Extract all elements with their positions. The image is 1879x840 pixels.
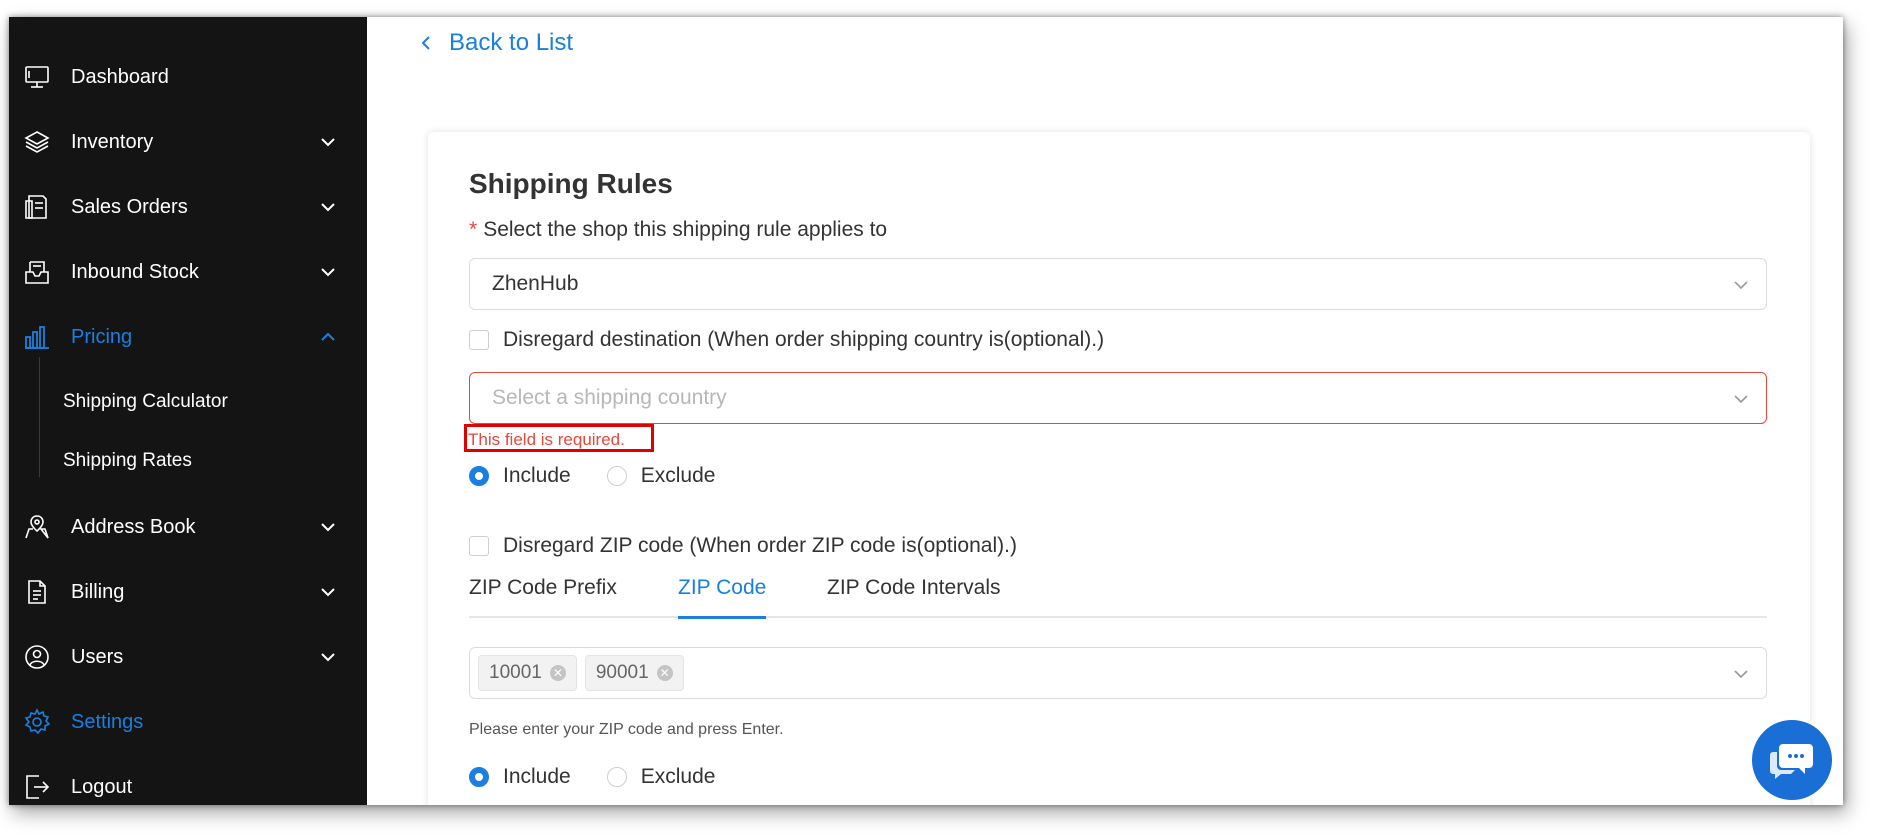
sidebar-item-label: Address Book: [71, 515, 196, 538]
gear-icon: [23, 708, 51, 736]
monitor-icon: [23, 63, 51, 91]
back-to-list-link[interactable]: Back to List: [417, 29, 573, 57]
layers-icon: [23, 128, 51, 156]
disregard-destination-label: Disregard destination (When order shippi…: [503, 328, 1105, 351]
chevron-down-icon: [1734, 395, 1748, 404]
app-window: Dashboard Inventory Sales Orders Inbound…: [9, 17, 1843, 805]
sidebar-item-sales-orders[interactable]: Sales Orders: [9, 182, 367, 232]
shipping-rules-card: Shipping Rules * Select the shop this shi…: [428, 132, 1810, 805]
chevron-down-icon: [321, 268, 335, 277]
include-label: Include: [503, 765, 571, 788]
sidebar-item-label: Logout: [71, 775, 133, 798]
exclude-radio[interactable]: [606, 466, 627, 486]
sidebar-item-inventory[interactable]: Inventory: [9, 117, 367, 167]
chevron-down-icon: [321, 653, 335, 662]
sidebar-item-label: Dashboard: [71, 65, 169, 88]
tab-zip-code-intervals[interactable]: ZIP Code Intervals: [827, 576, 1001, 616]
exclude-label: Exclude: [640, 464, 716, 487]
zip-tabs: ZIP Code Prefix ZIP Code ZIP Code Interv…: [469, 576, 1767, 619]
inbox-icon: [23, 258, 51, 286]
include-radio[interactable]: [469, 767, 489, 787]
shipping-country-placeholder: Select a shipping country: [492, 386, 727, 409]
chevron-down-icon: [321, 138, 335, 147]
exclude-label: Exclude: [640, 765, 716, 788]
exclude-radio[interactable]: [606, 767, 627, 787]
chevron-up-icon: [321, 332, 335, 341]
disregard-zip-label: Disregard ZIP code (When order ZIP code …: [503, 534, 1017, 557]
tab-zip-code[interactable]: ZIP Code: [678, 576, 767, 619]
sidebar-item-label: Inbound Stock: [71, 260, 199, 283]
sidebar-subitem-shipping-calculator[interactable]: Shipping Calculator: [63, 382, 228, 422]
shipping-country-select[interactable]: Select a shipping country: [469, 372, 1767, 424]
back-link-label: Back to List: [449, 29, 574, 56]
sidebar-item-logout[interactable]: Logout: [9, 762, 367, 805]
sidebar-item-users[interactable]: Users: [9, 632, 367, 682]
zip-tag-label: 90001: [595, 662, 649, 683]
submenu-guide-line: [39, 357, 40, 477]
sidebar-item-label: Users: [71, 645, 124, 668]
zip-code-tag-input[interactable]: 10001 ✕ 90001 ✕: [469, 647, 1767, 699]
include-label: Include: [503, 464, 571, 487]
sidebar-subitem-shipping-rates[interactable]: Shipping Rates: [63, 441, 192, 481]
destination-include-exclude: Include Exclude: [469, 464, 715, 488]
sidebar-item-inbound-stock[interactable]: Inbound Stock: [9, 247, 367, 297]
document-icon: [23, 578, 51, 606]
map-pin-icon: [23, 513, 51, 541]
error-highlight-box: [464, 424, 654, 452]
disregard-destination-checkbox[interactable]: [469, 330, 489, 350]
sidebar-item-settings[interactable]: Settings: [9, 697, 367, 747]
zip-include-exclude: Include Exclude: [469, 765, 715, 789]
sidebar-item-billing[interactable]: Billing: [9, 567, 367, 617]
shop-field-label: * Select the shop this shipping rule appl…: [469, 218, 887, 242]
chevron-down-icon: [321, 203, 335, 212]
chat-bubble-icon: [1770, 744, 1813, 779]
chevron-down-icon: [321, 523, 335, 532]
orders-icon: [23, 193, 51, 221]
disregard-zip-row: Disregard ZIP code (When order ZIP code …: [469, 534, 1017, 558]
include-radio[interactable]: [469, 466, 489, 486]
shop-label-text: Select the shop this shipping rule appli…: [483, 218, 888, 241]
sidebar-item-label: Inventory: [71, 130, 154, 153]
required-asterisk: *: [469, 218, 478, 241]
sidebar-item-pricing[interactable]: Pricing: [9, 312, 367, 362]
disregard-zip-checkbox[interactable]: [469, 536, 489, 556]
zip-tag: 10001 ✕: [478, 655, 577, 691]
sidebar: Dashboard Inventory Sales Orders Inbound…: [9, 17, 367, 805]
chat-button[interactable]: [1749, 717, 1835, 803]
zip-tag-label: 10001: [489, 662, 542, 683]
logout-icon: [23, 773, 51, 801]
sidebar-item-label: Billing: [71, 580, 125, 603]
sidebar-item-dashboard[interactable]: Dashboard: [9, 52, 367, 102]
remove-tag-icon[interactable]: ✕: [656, 665, 673, 681]
globe-user-icon: [23, 643, 51, 671]
sidebar-item-label: Settings: [71, 710, 144, 733]
disregard-destination-row: Disregard destination (When order shippi…: [469, 328, 1104, 352]
shop-select[interactable]: ZhenHub: [469, 258, 1767, 310]
remove-tag-icon[interactable]: ✕: [549, 665, 566, 681]
main-content: Back to List Shipping Rules * Select the …: [367, 17, 1843, 805]
chevron-down-icon: [321, 588, 335, 597]
chevron-left-icon: [421, 36, 430, 50]
tab-zip-code-prefix[interactable]: ZIP Code Prefix: [469, 576, 617, 616]
chevron-down-icon: [1734, 281, 1748, 290]
zip-tag: 90001 ✕: [584, 655, 684, 691]
page-title: Shipping Rules: [469, 168, 673, 199]
sidebar-item-label: Pricing: [71, 325, 133, 348]
chevron-down-icon: [1734, 670, 1748, 679]
zip-hint-text: Please enter your ZIP code and press Ent…: [469, 721, 784, 738]
shop-select-value: ZhenHub: [492, 272, 579, 295]
sidebar-item-address-book[interactable]: Address Book: [9, 502, 367, 552]
sidebar-item-label: Sales Orders: [71, 195, 188, 218]
bar-chart-icon: [23, 323, 51, 351]
